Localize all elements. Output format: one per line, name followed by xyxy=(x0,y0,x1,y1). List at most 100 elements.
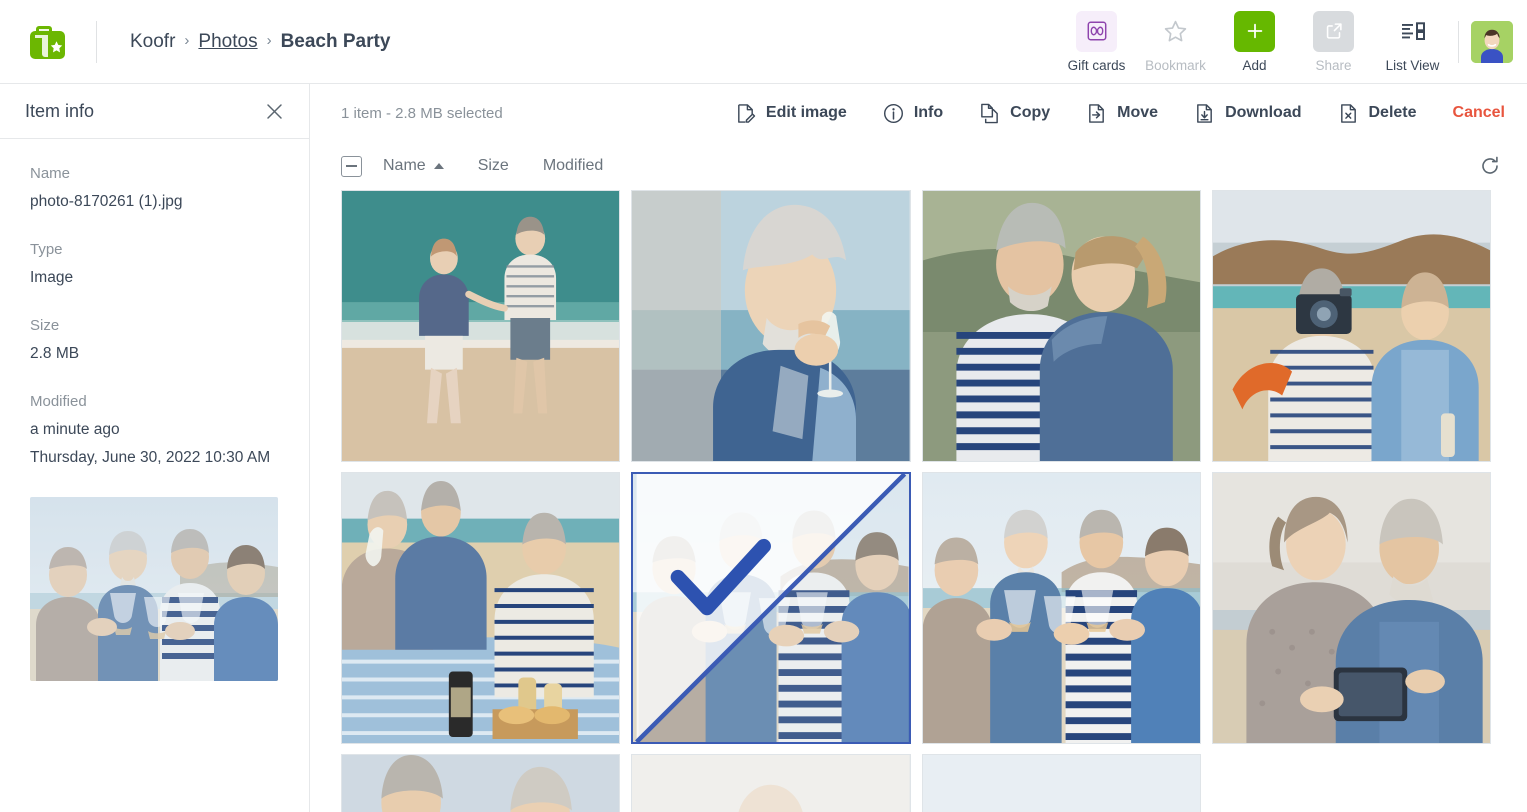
share-icon xyxy=(1326,23,1342,39)
share-icon-box xyxy=(1313,10,1354,52)
delete-label: Delete xyxy=(1368,104,1417,121)
column-header-bar: Name Size Modified xyxy=(311,142,1527,190)
item-info-panel: Item info Name photo-8170261 (1).jpg Typ… xyxy=(0,84,310,812)
column-header-size[interactable]: Size xyxy=(478,157,509,175)
photo-thumbnail xyxy=(1212,191,1490,461)
bookmark-button[interactable]: Bookmark xyxy=(1136,11,1215,73)
photo-thumbnail xyxy=(632,755,910,812)
info-field-size: Size 2.8 MB xyxy=(30,317,284,367)
bookmark-label: Bookmark xyxy=(1145,57,1206,73)
koofr-folder-star-logo-icon xyxy=(30,25,65,59)
info-button[interactable]: Info xyxy=(883,103,943,124)
download-button[interactable]: Download xyxy=(1194,103,1302,124)
refresh-button[interactable] xyxy=(1475,151,1505,181)
move-label: Move xyxy=(1117,104,1159,121)
photo-thumbnail xyxy=(632,191,910,461)
info-label: Modified xyxy=(30,393,87,411)
share-button[interactable]: Share xyxy=(1294,10,1373,73)
gift-card-icon-box xyxy=(1076,10,1117,52)
avatar[interactable] xyxy=(1471,20,1513,63)
delete-button[interactable]: Delete xyxy=(1338,103,1417,124)
column-header-name[interactable]: Name xyxy=(383,157,444,175)
photo-thumbnail xyxy=(1212,473,1490,743)
info-value-absolute: Thursday, June 30, 2022 10:30 AM xyxy=(30,448,271,466)
app-header: Koofr › Photos › Beach Party Gift cards xyxy=(0,0,1527,84)
gift-cards-button[interactable]: Gift cards xyxy=(1057,10,1136,73)
cancel-label: Cancel xyxy=(1452,104,1505,121)
breadcrumb-photos[interactable]: Photos xyxy=(198,31,257,53)
photo-thumbnail xyxy=(342,191,620,461)
copy-label: Copy xyxy=(1010,104,1051,121)
list-view-icon-box xyxy=(1392,11,1433,52)
info-field-type: Type Image xyxy=(30,241,284,291)
info-field-name: Name photo-8170261 (1).jpg xyxy=(30,165,284,215)
item-preview-thumbnail[interactable] xyxy=(30,496,278,681)
item-info-fields: Name photo-8170261 (1).jpg Type Image Si… xyxy=(0,139,309,471)
photo-tile-selected[interactable] xyxy=(631,472,911,744)
edit-image-button[interactable]: Edit image xyxy=(735,103,847,124)
column-size-label: Size xyxy=(477,157,509,174)
sort-ascending-icon xyxy=(433,163,444,169)
add-label: Add xyxy=(1242,57,1267,73)
download-label: Download xyxy=(1225,104,1302,121)
info-label: Name xyxy=(30,165,71,182)
selection-summary: 1 item - 2.8 MB selected xyxy=(341,104,503,122)
edit-image-label: Edit image xyxy=(765,104,847,121)
star-icon-box xyxy=(1155,11,1196,52)
breadcrumb-current: Beach Party xyxy=(280,30,391,52)
share-label: Share xyxy=(1315,57,1352,73)
select-all-checkbox[interactable] xyxy=(341,155,362,177)
column-header-modified[interactable]: Modified xyxy=(543,157,603,175)
info-value: photo-8170261 (1).jpg xyxy=(30,193,183,210)
item-info-title: Item info xyxy=(25,100,95,121)
info-field-modified: Modified a minute ago Thursday, June 30,… xyxy=(30,393,284,470)
photo-thumbnail xyxy=(633,474,909,742)
breadcrumb-separator: › xyxy=(184,32,190,49)
header-divider xyxy=(96,20,97,63)
main-content: 1 item - 2.8 MB selected Edit image Info… xyxy=(311,84,1527,812)
delete-icon xyxy=(1338,103,1359,124)
breadcrumb-separator: › xyxy=(266,32,272,49)
app-logo[interactable] xyxy=(0,0,96,84)
photo-tile[interactable] xyxy=(341,472,621,744)
photo-tile[interactable] xyxy=(341,754,621,812)
list-view-label: List View xyxy=(1385,57,1440,73)
photo-tile[interactable] xyxy=(631,754,911,812)
photo-tile[interactable] xyxy=(921,472,1201,744)
photo-tile[interactable] xyxy=(921,190,1201,462)
plus-icon-box xyxy=(1234,10,1275,52)
copy-icon xyxy=(979,103,1000,124)
photo-thumbnail xyxy=(922,755,1200,812)
photo-tile[interactable] xyxy=(631,190,911,462)
selection-action-bar: 1 item - 2.8 MB selected Edit image Info… xyxy=(311,84,1527,142)
close-panel-button[interactable] xyxy=(261,98,287,124)
photo-thumbnail xyxy=(342,755,620,812)
photo-tile[interactable] xyxy=(1211,190,1491,462)
column-name-label: Name xyxy=(383,157,426,174)
copy-button[interactable]: Copy xyxy=(979,103,1050,124)
header-actions: Gift cards Bookmark Add Share List View xyxy=(1057,0,1527,84)
photo-grid-area[interactable] xyxy=(311,190,1527,812)
star-icon xyxy=(1164,20,1187,41)
info-value: 2.8 MB xyxy=(30,345,80,363)
breadcrumb-root[interactable]: Koofr xyxy=(130,31,175,53)
cancel-button[interactable]: Cancel xyxy=(1453,104,1505,122)
move-icon xyxy=(1086,103,1107,124)
photo-tile[interactable] xyxy=(1211,472,1491,744)
photo-tile[interactable] xyxy=(921,754,1201,812)
add-button[interactable]: Add xyxy=(1215,10,1294,73)
info-value: Image xyxy=(30,269,74,287)
photo-grid xyxy=(341,190,1491,812)
download-icon xyxy=(1194,103,1215,124)
info-value-relative: a minute ago xyxy=(30,421,120,439)
refresh-icon xyxy=(1482,156,1498,174)
close-icon xyxy=(266,103,282,119)
list-view-button[interactable]: List View xyxy=(1373,11,1452,73)
item-preview-wrap xyxy=(0,496,309,681)
edit-image-icon xyxy=(735,103,756,124)
photo-tile[interactable] xyxy=(341,190,621,462)
photo-thumbnail xyxy=(922,473,1200,743)
photo-thumbnail xyxy=(342,473,620,743)
column-modified-label: Modified xyxy=(542,157,604,174)
move-button[interactable]: Move xyxy=(1086,103,1158,124)
